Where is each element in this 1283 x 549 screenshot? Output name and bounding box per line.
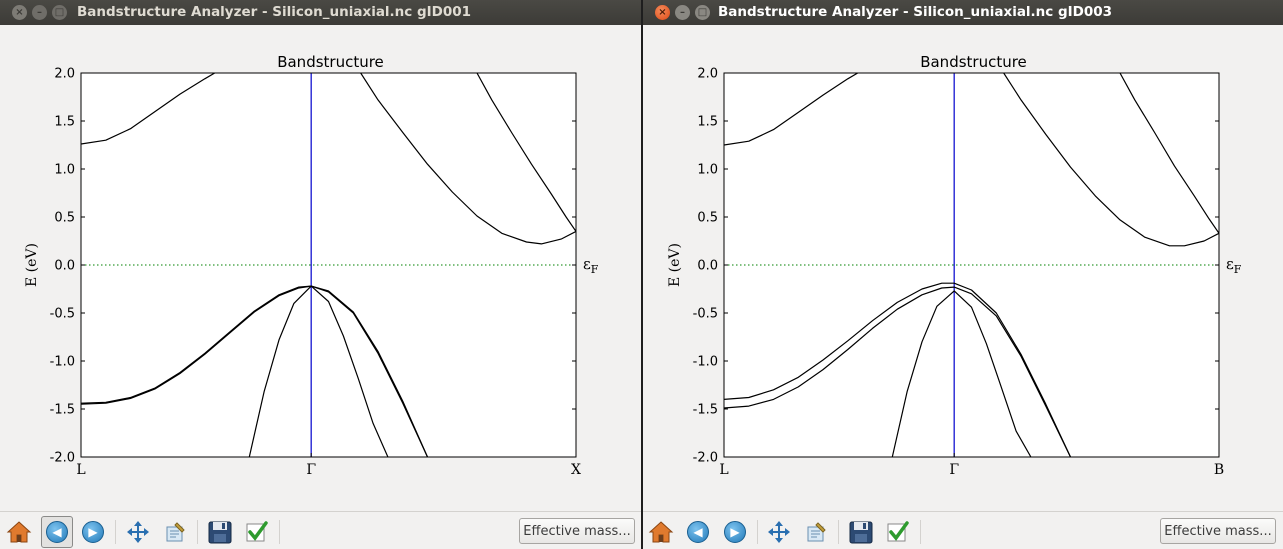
y-tick-label: 1.0 bbox=[54, 163, 75, 178]
y-tick-label: -1.5 bbox=[50, 403, 75, 418]
y-tick-label: 2.0 bbox=[697, 67, 718, 82]
x-tick-label: L bbox=[719, 462, 728, 478]
pan-button[interactable] bbox=[764, 517, 794, 547]
close-window-button[interactable]: × bbox=[12, 5, 27, 20]
forward-arrow-icon: ▶ bbox=[724, 521, 746, 543]
y-tick-label: -1.0 bbox=[693, 355, 718, 370]
y-tick-label: -2.0 bbox=[50, 451, 75, 466]
x-tick-label: B bbox=[1214, 462, 1224, 478]
back-arrow-icon: ◀ bbox=[46, 521, 68, 543]
configure-subplots-icon bbox=[166, 522, 185, 542]
bandstructure-chart: 2.0 1.5 1.0 0.5 0.0 -0.5 -1.0 -1.5 -2.0L Γ B Bandst… bbox=[667, 53, 1242, 478]
y-tick-label: 0.5 bbox=[697, 211, 718, 226]
home-button[interactable] bbox=[4, 517, 34, 547]
effective-mass-label: Effective mass... bbox=[1164, 524, 1272, 539]
navigation-toolbar: ◀ ▶ Effective mass... bbox=[0, 511, 641, 549]
checkmark-icon bbox=[246, 521, 268, 542]
configure-subplots-icon bbox=[807, 522, 826, 542]
x-tick-label: X bbox=[571, 462, 581, 478]
fermi-level-label: εF bbox=[1226, 255, 1242, 276]
maximize-window-button[interactable]: □ bbox=[52, 5, 67, 20]
back-arrow-icon: ◀ bbox=[687, 521, 709, 543]
pan-button[interactable] bbox=[123, 517, 153, 547]
y-tick-label: -1.0 bbox=[50, 355, 75, 370]
y-tick-label: 0.5 bbox=[54, 211, 75, 226]
x-tick-label: Γ bbox=[949, 462, 959, 478]
back-button[interactable]: ◀ bbox=[41, 516, 73, 548]
toolbar-separator bbox=[115, 520, 116, 544]
minimize-window-button[interactable]: – bbox=[675, 5, 690, 20]
fermi-level-label: εF bbox=[583, 255, 599, 276]
pan-icon bbox=[127, 521, 149, 543]
checkmark-icon bbox=[887, 521, 909, 542]
forward-button[interactable]: ▶ bbox=[78, 517, 108, 547]
effective-mass-button[interactable]: Effective mass... bbox=[519, 518, 635, 544]
save-icon bbox=[208, 521, 232, 544]
y-tick-label: 1.5 bbox=[697, 115, 718, 130]
y-tick-label: -1.5 bbox=[693, 403, 718, 418]
save-figure-button[interactable] bbox=[205, 517, 235, 547]
minimize-window-button[interactable]: – bbox=[32, 5, 47, 20]
effective-mass-label: Effective mass... bbox=[523, 524, 631, 539]
y-tick-label: 0.0 bbox=[697, 259, 718, 274]
home-button[interactable] bbox=[646, 517, 676, 547]
save-icon bbox=[849, 521, 873, 544]
home-icon bbox=[6, 521, 32, 543]
maximize-window-button[interactable]: □ bbox=[695, 5, 710, 20]
x-tick-label: L bbox=[76, 462, 85, 478]
y-axis-label: E (eV) bbox=[667, 243, 683, 287]
toolbar-separator bbox=[920, 520, 921, 544]
forward-button[interactable]: ▶ bbox=[720, 517, 750, 547]
apply-button[interactable] bbox=[883, 517, 913, 547]
y-axis-label: E (eV) bbox=[24, 243, 40, 287]
y-tick-label: 1.5 bbox=[54, 115, 75, 130]
bandstructure-chart: 2.0 1.5 1.0 0.5 0.0 -0.5 -1.0 -1.5 -2.0L Γ X Bandst… bbox=[24, 53, 599, 478]
apply-button[interactable] bbox=[242, 517, 272, 547]
toolbar-separator bbox=[197, 520, 198, 544]
y-tick-label: 2.0 bbox=[54, 67, 75, 82]
x-tick-label: Γ bbox=[306, 462, 316, 478]
back-button[interactable]: ◀ bbox=[683, 517, 713, 547]
window-titlebar[interactable]: × – □ Bandstructure Analyzer - Silicon_u… bbox=[0, 0, 641, 25]
navigation-toolbar: ◀ ▶ Effective mass... bbox=[643, 511, 1283, 549]
forward-arrow-icon: ▶ bbox=[82, 521, 104, 543]
window-titlebar[interactable]: × – □ Bandstructure Analyzer - Silicon_u… bbox=[643, 0, 1283, 25]
toolbar-separator bbox=[279, 520, 280, 544]
configure-subplots-button[interactable] bbox=[160, 517, 190, 547]
toolbar-separator bbox=[838, 520, 839, 544]
chart-title: Bandstructure bbox=[920, 53, 1027, 71]
close-window-button[interactable]: × bbox=[655, 5, 670, 20]
y-tick-label: -0.5 bbox=[693, 307, 718, 322]
configure-subplots-button[interactable] bbox=[801, 517, 831, 547]
window-title: Bandstructure Analyzer - Silicon_uniaxia… bbox=[718, 4, 1113, 20]
home-icon bbox=[648, 521, 674, 543]
save-figure-button[interactable] bbox=[846, 517, 876, 547]
bandstructure-window-2: × – □ Bandstructure Analyzer - Silicon_u… bbox=[643, 0, 1283, 549]
chart-title: Bandstructure bbox=[277, 53, 384, 71]
plot-canvas[interactable]: 2.0 1.5 1.0 0.5 0.0 -0.5 -1.0 -1.5 -2.0 L Γ X Bandst… bbox=[0, 25, 641, 511]
toolbar-separator bbox=[757, 520, 758, 544]
y-tick-label: 0.0 bbox=[54, 259, 75, 274]
plot-canvas[interactable]: 2.0 1.5 1.0 0.5 0.0 -0.5 -1.0 -1.5 -2.0 L Γ B Bandst… bbox=[643, 25, 1283, 511]
y-tick-label: -0.5 bbox=[50, 307, 75, 322]
pan-icon bbox=[768, 521, 790, 543]
y-tick-label: 1.0 bbox=[697, 163, 718, 178]
y-tick-label: -2.0 bbox=[693, 451, 718, 466]
window-title: Bandstructure Analyzer - Silicon_uniaxia… bbox=[77, 4, 472, 20]
effective-mass-button[interactable]: Effective mass... bbox=[1160, 518, 1276, 544]
bandstructure-window-1: × – □ Bandstructure Analyzer - Silicon_u… bbox=[0, 0, 641, 549]
